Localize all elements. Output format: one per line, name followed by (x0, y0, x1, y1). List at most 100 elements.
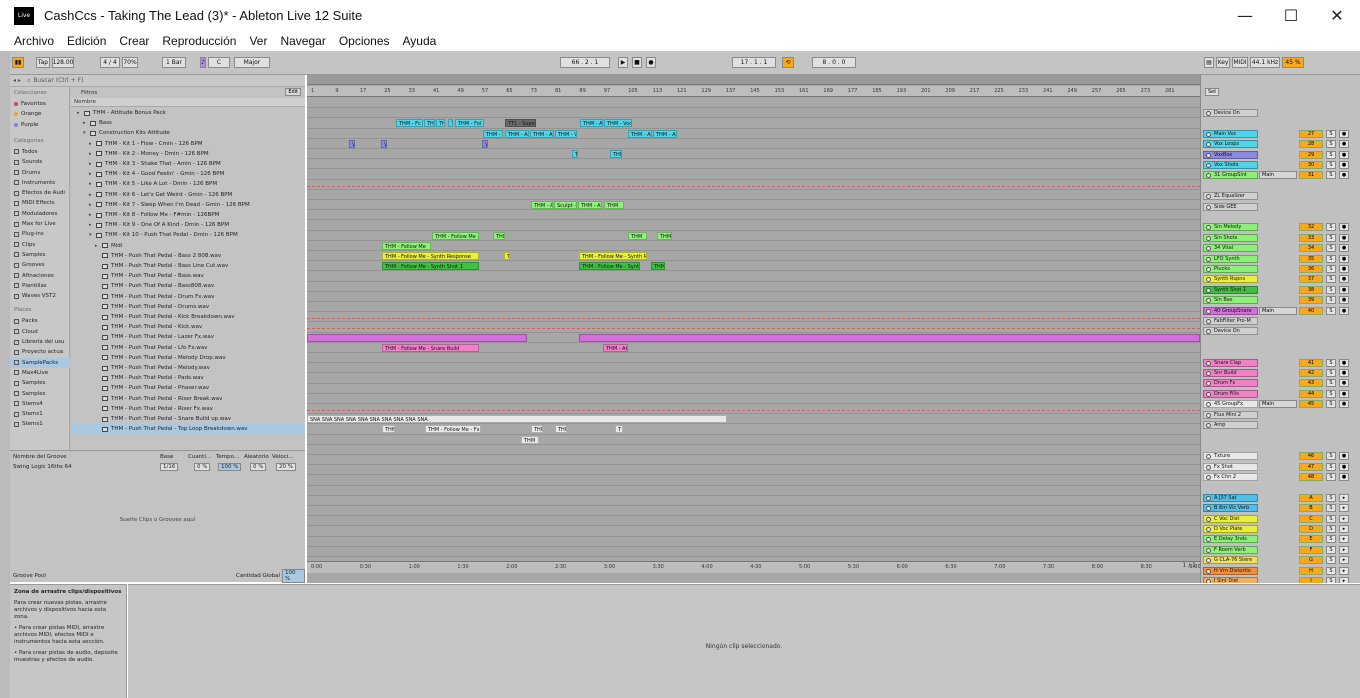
sidebar-item-purple[interactable]: Purple (10, 120, 70, 130)
group-fold-icon[interactable] (1206, 402, 1211, 408)
search-input[interactable]: Buscar (Ctrl + F) (33, 77, 83, 84)
menu-reproduccion[interactable]: Reproducción (162, 34, 236, 48)
browser-file-row[interactable]: THM - Push That Pedal - Phaser.wav (71, 383, 305, 393)
arrangement-clip[interactable]: THM - Follow Me (432, 231, 479, 240)
solo-button[interactable]: S (1326, 306, 1336, 315)
arrangement-clip[interactable]: THM (555, 425, 567, 434)
post-icon[interactable]: ▸ (1339, 504, 1349, 513)
arrangement-clip[interactable]: THM - Vocal (555, 129, 577, 138)
track-lane[interactable] (307, 241, 1200, 251)
track-activator-button[interactable]: 43 (1299, 379, 1323, 388)
sidebar-item-samples[interactable]: Samples (10, 378, 70, 388)
browser-file-row[interactable]: THM - Push That Pedal - Bass Line Cut.wa… (71, 261, 305, 271)
browser-file-row[interactable]: THM - Push That Pedal - Riser Fx.wav (71, 404, 305, 414)
beat-ruler[interactable]: 1 9 17 25 33 41 49 57 65 73 81 89 97 105 113 121 129 137 1… (307, 86, 1200, 97)
device-select[interactable]: Amp (1203, 421, 1258, 429)
arrangement-clip[interactable]: VS (381, 139, 387, 148)
solo-button[interactable]: S (1326, 275, 1336, 284)
track-activator-button[interactable]: D (1299, 525, 1323, 533)
track-status-icon[interactable] (1206, 235, 1211, 241)
track-status-icon[interactable] (1206, 360, 1211, 366)
arrangement-clip[interactable]: THM - Follow Me - Synth Shot 1 (382, 262, 479, 271)
chevron-right-icon[interactable]: ▸ (77, 110, 82, 116)
browser-file-row[interactable]: THM - Push That Pedal - Kick.wav (71, 322, 305, 332)
track-activator-button[interactable]: E (1299, 535, 1323, 544)
browser-file-row[interactable]: THM - Push That Pedal - Bass808.wav (71, 281, 305, 291)
track-title[interactable]: Vox Shots (1203, 161, 1258, 169)
device-select[interactable]: ZL Equalizer (1203, 192, 1258, 201)
arrangement-clip[interactable]: THM (604, 201, 624, 209)
device-select[interactable]: FabFilter Pro-M (1203, 317, 1258, 325)
arrangement-clip[interactable] (307, 333, 527, 342)
browser-folder-row[interactable]: ▸ THM - Kit 6 - Let's Get Weird - Gmin - … (71, 190, 305, 200)
track-lane[interactable] (307, 108, 1200, 119)
track-lane[interactable] (307, 547, 1200, 557)
arrangement-clip[interactable]: TI (504, 252, 510, 260)
sidebar-item-proyecto-actua[interactable]: Proyecto actua (10, 347, 70, 357)
arrangement-clip[interactable] (579, 333, 1200, 342)
sidebar-item-todos[interactable]: Todos (10, 147, 70, 157)
track-title[interactable]: Vox Loops (1203, 140, 1258, 149)
post-icon[interactable]: ▸ (1339, 566, 1349, 575)
solo-button[interactable]: S (1326, 223, 1336, 232)
browser-file-row[interactable]: THM - Push That Pedal - Drums.wav (71, 302, 305, 312)
solo-button[interactable]: S (1326, 535, 1336, 544)
chevron-down-icon[interactable]: ▾ (83, 130, 88, 136)
sidebar-item-midi-effects[interactable]: MIDI Effects (10, 198, 70, 208)
automation-line[interactable] (307, 185, 1200, 187)
post-icon[interactable]: ▸ (1339, 535, 1349, 544)
browser-file-row[interactable]: THM - Push That Pedal - Bass 2 808.wav (71, 251, 305, 261)
track-status-icon[interactable] (1206, 495, 1211, 501)
groove-velocity[interactable]: 20 % (276, 463, 296, 471)
browser-file-row[interactable]: THM - Push That Pedal - Pads.wav (71, 373, 305, 383)
output-routing-select[interactable]: Main (1259, 400, 1297, 409)
arm-record-icon[interactable]: ● (1339, 254, 1349, 263)
track-title[interactable]: B 8m Vlc Verb (1203, 504, 1258, 513)
filters-label[interactable]: Filtros (81, 90, 97, 96)
midi-map-button[interactable]: MIDI (1232, 57, 1248, 68)
sidebar-item-drums[interactable]: Drums (10, 168, 70, 178)
track-lane[interactable] (307, 129, 1200, 139)
global-amount-field[interactable]: 100 % (282, 569, 305, 583)
sidebar-item-stems1[interactable]: Stems1 (10, 419, 70, 429)
track-title[interactable]: Drum Fx (1203, 379, 1258, 388)
solo-button[interactable]: S (1326, 233, 1336, 242)
track-status-icon[interactable] (1206, 547, 1211, 553)
sidebar-item-afinaciones[interactable]: Afinaciones (10, 271, 70, 281)
sidebar-item-max-for-live[interactable]: Max for Live (10, 219, 70, 229)
automation-line[interactable] (307, 410, 1200, 411)
track-activator-button[interactable]: F (1299, 545, 1323, 554)
arrangement-clip[interactable]: THM - At (531, 201, 553, 209)
track-status-icon[interactable] (1206, 152, 1211, 158)
track-lane[interactable] (307, 220, 1200, 231)
arm-record-icon[interactable]: ● (1339, 171, 1349, 180)
arm-record-icon[interactable]: ● (1339, 369, 1349, 377)
arrangement-clip[interactable]: THM - Follow Me - Synth (579, 262, 640, 271)
track-title[interactable]: Synth Rspns (1203, 275, 1258, 284)
arrangement-clip[interactable]: THM - Ab (653, 129, 677, 138)
solo-button[interactable]: S (1326, 452, 1336, 461)
arrangement-clip[interactable]: THM - C (424, 119, 435, 128)
arrangement-clip[interactable]: THM (628, 231, 647, 240)
time-ruler[interactable]: 0:00 0:30 1:00 1:30 2:00 2:30 3:00 3:30 4:00 4:30… (307, 561, 1200, 573)
track-status-icon[interactable] (1206, 381, 1211, 387)
track-status-icon[interactable] (1206, 163, 1211, 168)
arrangement-clip[interactable]: Sculpt - 1 (554, 201, 577, 209)
track-status-icon[interactable] (1206, 527, 1211, 532)
browser-folder-row[interactable]: ▸ THM - Kit 3 - Shake That - Amin - 126 B… (71, 159, 305, 169)
solo-button[interactable]: S (1326, 504, 1336, 513)
track-lane[interactable] (307, 384, 1200, 394)
arrangement-clip[interactable]: THM - Ab (530, 129, 554, 138)
arrangement-clip[interactable]: THM (651, 262, 665, 271)
arrangement-clip[interactable]: THM - Follow Me - Snare Build (382, 343, 479, 352)
scale-mode-icon[interactable]: ♪ (200, 57, 206, 68)
arrangement-clip[interactable]: THM - Follow Me - Synth Response (382, 252, 479, 260)
browser-folder-row[interactable]: ▸ THM - Kit 2 - Money - Dmin - 126 BPM (71, 149, 305, 159)
chevron-right-icon[interactable]: ▸ (95, 243, 100, 249)
track-lane[interactable] (307, 516, 1200, 527)
solo-button[interactable]: S (1326, 244, 1336, 253)
sidebar-item-max4live[interactable]: Max4Live (10, 368, 70, 378)
arm-record-icon[interactable]: ● (1339, 473, 1349, 481)
sidebar-item-clips[interactable]: Clips (10, 240, 70, 250)
browser-file-row[interactable]: THM - Push That Pedal - Bass.wav (71, 271, 305, 281)
